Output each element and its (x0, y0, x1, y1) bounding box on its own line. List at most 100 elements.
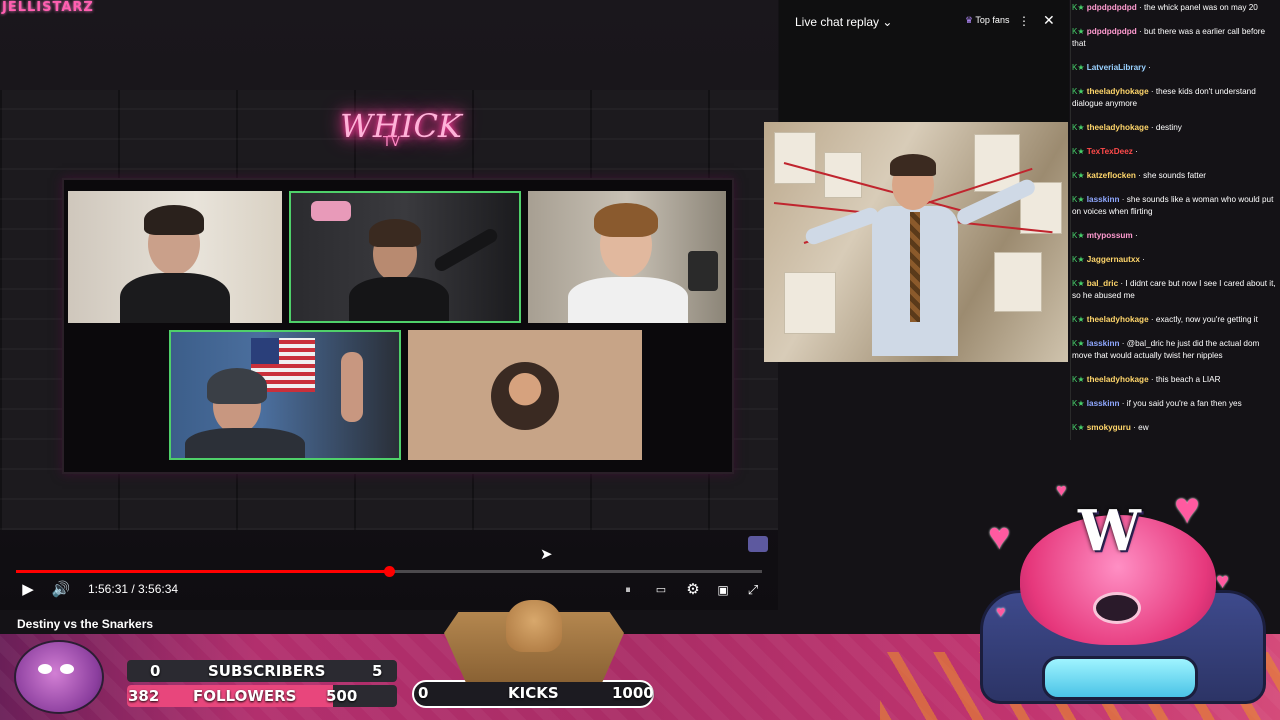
chat-text: she sounds fatter (1143, 171, 1206, 180)
kicks-label: KICKS (508, 684, 559, 702)
top-fans-label: Top fans (975, 15, 1010, 25)
chat-mode-label: Live chat replay (795, 15, 880, 29)
captions-icon[interactable]: ▭ (650, 580, 672, 600)
chat-username[interactable]: pdpdpdpdpd (1087, 3, 1137, 12)
chat-username[interactable]: theeladyhokage (1087, 87, 1149, 96)
chat-message: K★ mtypossum · (1072, 230, 1278, 242)
participant-avatar (491, 362, 559, 430)
badge-icon: K★ (1072, 423, 1087, 432)
chat-username[interactable]: LatveriaLibrary (1087, 63, 1146, 72)
meme-paper (774, 132, 816, 184)
settings-icon[interactable]: ⚙ (682, 580, 704, 600)
heart-icon: ♥ (996, 604, 1006, 621)
flag-canton (251, 338, 279, 364)
webcam-feed-1 (68, 191, 282, 323)
play-icon[interactable]: ▶ (18, 580, 38, 600)
chat-message: K★ Jaggernautxx · (1072, 254, 1278, 266)
mascot-pod-visor (1042, 656, 1198, 700)
chat-username[interactable]: lasskinn (1087, 195, 1120, 204)
kicks-current: 0 (418, 684, 429, 702)
neon-sign: WHICK (340, 107, 462, 145)
chat-message: K★ theeladyhokage · exactly, now you're … (1072, 314, 1278, 326)
chat-message: K★ pdpdpdpdpd · the whick panel was on m… (1072, 2, 1278, 14)
badge-icon: K★ (1072, 195, 1087, 204)
chat-message: K★ katzeflocken · she sounds fatter (1072, 170, 1278, 182)
badge-icon: K★ (1072, 231, 1087, 240)
neon-sign-sub: TV (383, 135, 400, 150)
chat-message: K★ lasskinn · she sounds like a woman wh… (1072, 194, 1278, 218)
badge-icon: K★ (1072, 171, 1087, 180)
chat-separator: · (1148, 87, 1156, 96)
mascot-badge-icon (14, 640, 104, 714)
chat-separator: · (1132, 231, 1138, 240)
badge-icon: K★ (1072, 123, 1087, 132)
progress-fill (16, 570, 389, 573)
video-title[interactable]: Destiny vs the Snarkers (17, 617, 153, 631)
chat-message: K★ lasskinn · @bal_dric he just did the … (1072, 338, 1278, 362)
chat-username[interactable]: lasskinn (1087, 399, 1120, 408)
followers-current: 382 (128, 687, 160, 705)
webcam-feed-2-active (289, 191, 521, 323)
followers-goal: 500 (326, 687, 358, 705)
badge-icon: K★ (1072, 63, 1087, 72)
chat-separator: · (1148, 123, 1156, 132)
meme-arm (803, 205, 881, 247)
chat-message: K★ LatveriaLibrary · (1072, 62, 1278, 74)
autoplay-icon[interactable]: ⏸ (618, 580, 638, 600)
chat-username[interactable]: theeladyhokage (1087, 315, 1149, 324)
chat-message: K★ theeladyhokage · destiny (1072, 122, 1278, 134)
chat-message: K★ theeladyhokage · this beach a LIAR (1072, 374, 1278, 386)
channel-watermark (748, 536, 768, 552)
channel-brand: JELLISTARZ (2, 0, 94, 15)
chat-text: destiny (1155, 123, 1182, 132)
mascot-mouth (1093, 592, 1141, 624)
chat-username[interactable]: smokyguru (1087, 423, 1131, 432)
chat-username[interactable]: bal_dric (1087, 279, 1118, 288)
chat-username[interactable]: TexTexDeez (1087, 147, 1133, 156)
chat-separator: · (1132, 147, 1138, 156)
subscribers-goal: 5 (372, 662, 383, 680)
chat-text: ew (1138, 423, 1149, 432)
time-display: 1:56:31 / 3:56:34 (88, 582, 179, 596)
heart-icon: ♥ (1216, 568, 1230, 593)
close-icon[interactable]: ✕ (1043, 12, 1055, 29)
fullscreen-icon[interactable]: ⤢ (742, 580, 764, 600)
miniplayer-icon[interactable]: ▣ (712, 580, 734, 600)
chat-username[interactable]: pdpdpdpdpd (1087, 27, 1137, 36)
chat-username[interactable]: Jaggernautxx (1087, 255, 1140, 264)
badge-icon: K★ (1072, 27, 1087, 36)
chat-text: if you said you're a fan then yes (1126, 399, 1242, 408)
chat-message: K★ bal_dric · I didnt care but now I see… (1072, 278, 1278, 302)
badge-icon: K★ (1072, 147, 1087, 156)
chat-username[interactable]: theeladyhokage (1087, 375, 1149, 384)
chat-mode-dropdown[interactable]: Live chat replay ⌄ (795, 15, 892, 29)
webcam-feed-4-active (169, 330, 401, 460)
meme-paper (784, 272, 836, 334)
more-options-icon[interactable]: ⋮ (1018, 14, 1030, 28)
badge-icon: K★ (1072, 375, 1087, 384)
badge-icon: K★ (1072, 399, 1087, 408)
progress-scrubber[interactable] (384, 566, 395, 577)
mouse-cursor-icon: ➤ (540, 546, 553, 563)
webcam-feed-3 (528, 191, 726, 323)
chat-username[interactable]: lasskinn (1087, 339, 1120, 348)
mascot-eye (38, 664, 52, 674)
chat-separator: · (1136, 3, 1145, 12)
top-fans-button[interactable]: ♛ Top fans (965, 15, 1009, 26)
meme-figure-hair (890, 154, 936, 176)
chat-username[interactable]: mtypossum (1087, 231, 1133, 240)
mascot-eye (60, 664, 74, 674)
meme-figure-tie (910, 212, 920, 322)
chat-username[interactable]: katzeflocken (1087, 171, 1136, 180)
chat-separator: · (1148, 315, 1156, 324)
chat-separator: · (1136, 27, 1145, 36)
chat-message: K★ smokyguru · ew (1072, 422, 1278, 434)
chat-separator: · (1148, 375, 1156, 384)
volume-icon[interactable]: 🔊 (50, 580, 72, 600)
chat-separator: · (1119, 339, 1127, 348)
chat-username[interactable]: theeladyhokage (1087, 123, 1149, 132)
chevron-down-icon: ⌄ (882, 15, 893, 29)
badge-icon: K★ (1072, 87, 1087, 96)
chat-message: K★ lasskinn · if you said you're a fan t… (1072, 398, 1278, 410)
subscribers-current: 0 (150, 662, 161, 680)
